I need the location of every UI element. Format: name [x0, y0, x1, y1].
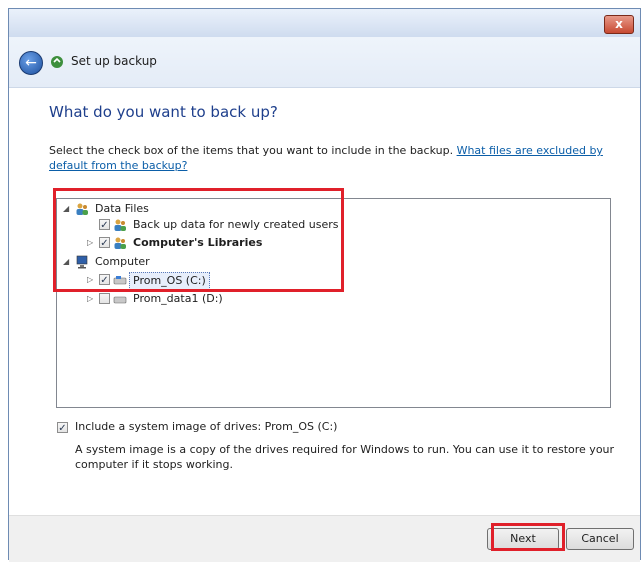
header-title: Set up backup [71, 54, 157, 68]
system-image-checkbox[interactable]: ✓ [57, 422, 68, 434]
prom-data-label: Prom_data1 (D:) [133, 292, 223, 305]
back-arrow-icon[interactable]: ← [19, 51, 43, 75]
next-highlight-box [491, 523, 565, 551]
close-button[interactable]: x [604, 15, 634, 34]
cancel-button[interactable]: Cancel [566, 528, 634, 550]
wizard-content: What do you want to back up? Select the … [9, 87, 640, 516]
drive-icon [113, 296, 127, 304]
wizard-header: ← Set up backup [9, 37, 640, 87]
system-image-label: Include a system image of drives: Prom_O… [75, 420, 338, 433]
system-image-description: A system image is a copy of the drives r… [75, 443, 615, 471]
page-description: Select the check box of the items that y… [49, 143, 609, 173]
page-title: What do you want to back up? [49, 103, 278, 121]
expand-arrow-icon[interactable]: ▷ [87, 295, 95, 303]
tree-highlight-box [53, 188, 344, 292]
description-text: Select the check box of the items that y… [49, 144, 457, 157]
setup-backup-window: x ← Set up backup What do you want to ba… [8, 8, 641, 562]
prom-data-checkbox[interactable] [99, 293, 110, 304]
title-bar: x [9, 9, 640, 37]
backup-icon [51, 56, 63, 68]
